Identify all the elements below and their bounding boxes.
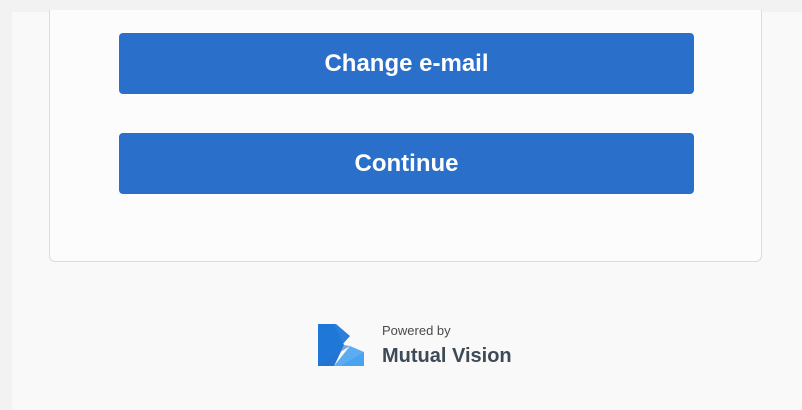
page: Change e-mail Continue Powered by Mutual…: [0, 0, 802, 410]
content-area: Change e-mail Continue Powered by Mutual…: [12, 10, 802, 410]
change-email-button[interactable]: Change e-mail: [119, 33, 694, 94]
brand-text: Powered by Mutual Vision: [382, 324, 512, 366]
powered-by-label: Powered by: [382, 323, 451, 338]
continue-button[interactable]: Continue: [119, 133, 694, 194]
powered-by-brand: Powered by Mutual Vision: [316, 322, 512, 368]
email-confirmation-card: Change e-mail Continue: [49, 10, 762, 262]
brand-name: Mutual Vision: [382, 345, 512, 367]
mutual-vision-logo-icon: [318, 324, 364, 366]
